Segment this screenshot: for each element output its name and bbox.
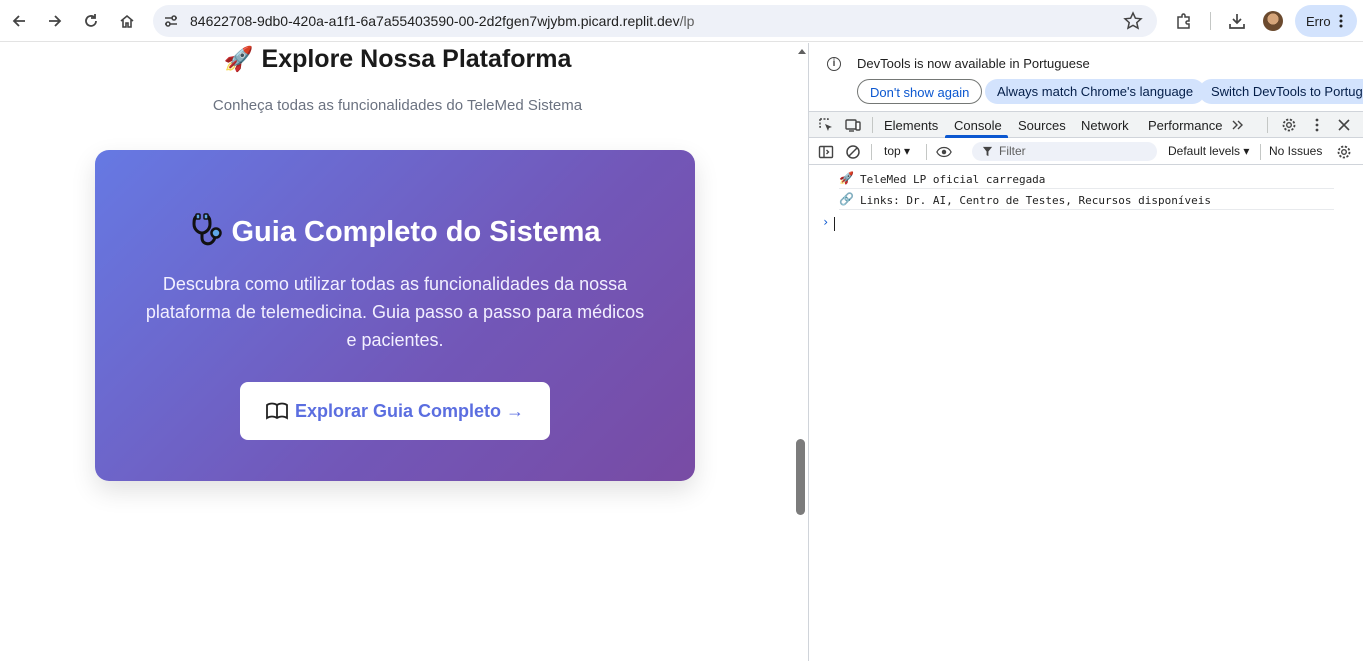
- clear-console-icon[interactable]: [845, 144, 861, 160]
- always-match-language-button[interactable]: Always match Chrome's language: [985, 79, 1206, 104]
- log-message: TeleMed LP oficial carregada: [860, 173, 1046, 186]
- tab-sources[interactable]: Sources: [1018, 118, 1066, 133]
- card-description: Descubra como utilizar todas as funciona…: [145, 274, 645, 350]
- tab-performance[interactable]: Performance: [1148, 118, 1222, 133]
- back-button[interactable]: [6, 8, 32, 34]
- tab-console[interactable]: Console: [954, 118, 1002, 133]
- switch-language-button[interactable]: Switch DevTools to Portuguese: [1199, 79, 1363, 104]
- open-book-icon: [266, 402, 288, 420]
- bookmark-star-icon[interactable]: [1123, 11, 1143, 31]
- filter-placeholder: Filter: [999, 144, 1026, 158]
- notice-text: DevTools is now available in Portuguese: [857, 56, 1090, 71]
- dont-show-again-button[interactable]: Don't show again: [857, 79, 983, 104]
- more-vert-icon[interactable]: [1309, 117, 1325, 133]
- log-levels-select[interactable]: Default levels ▾: [1168, 144, 1249, 158]
- console-settings-gear-icon[interactable]: [1336, 144, 1352, 160]
- chevron-down-icon: ▾: [1243, 144, 1250, 158]
- forward-button[interactable]: [42, 8, 68, 34]
- page-scrollbar[interactable]: [795, 43, 808, 661]
- issues-counter[interactable]: No Issues: [1269, 144, 1322, 158]
- eye-icon[interactable]: [936, 144, 952, 160]
- tab-elements[interactable]: Elements: [884, 118, 938, 133]
- toolbar-separator: [871, 144, 872, 160]
- console-input-caret[interactable]: [834, 217, 835, 231]
- console-log-row[interactable]: 🚀 TeleMed LP oficial carregada: [839, 168, 1334, 189]
- card-title: Guia Completo do Sistema: [231, 216, 601, 248]
- site-info-icon[interactable]: [163, 13, 179, 29]
- web-page: 🚀 Explore Nossa Plataforma Conheça todas …: [0, 43, 795, 661]
- error-chip-label: Erro: [1306, 14, 1331, 29]
- language-notice: i DevTools is now available in Portugues…: [809, 43, 1363, 111]
- more-tabs-chevron-icon[interactable]: [1230, 117, 1246, 133]
- card-heading: Guia Completo do Sistema: [95, 212, 695, 249]
- puzzle-icon: [1177, 13, 1190, 29]
- chevron-down-icon: ▾: [904, 144, 911, 158]
- explore-guide-button[interactable]: Explorar Guia Completo →: [240, 382, 550, 440]
- link-icon: 🔗: [839, 192, 854, 206]
- more-vert-icon: [1339, 14, 1343, 28]
- stethoscope-icon: [191, 213, 222, 246]
- console-prompt-chevron-icon: ›: [822, 215, 830, 229]
- console-filter-input[interactable]: Filter: [972, 142, 1157, 161]
- devtools-panel: i DevTools is now available in Portugues…: [808, 43, 1363, 661]
- log-message: Links: Dr. AI, Centro de Testes, Recurso…: [860, 194, 1211, 207]
- explore-guide-label: Explorar Guia Completo →: [294, 400, 525, 421]
- close-icon[interactable]: [1336, 117, 1352, 133]
- toolbar-separator: [926, 144, 927, 160]
- console-log-row[interactable]: 🔗 Links: Dr. AI, Centro de Testes, Recur…: [839, 189, 1334, 210]
- url-text: 84622708-9db0-420a-a1f1-6a7a55403590-00-…: [190, 13, 695, 29]
- active-tab-indicator: [945, 135, 1008, 138]
- devtools-tabbar: Elements Console Sources Network Perform…: [809, 111, 1363, 138]
- extensions-button[interactable]: [1173, 10, 1195, 32]
- arrow-left-icon: [12, 15, 25, 27]
- tab-network[interactable]: Network: [1081, 118, 1129, 133]
- context-select[interactable]: top ▾: [884, 144, 910, 158]
- guide-card: Guia Completo do Sistema Descubra como u…: [95, 150, 695, 481]
- toolbar-divider: [1210, 12, 1211, 30]
- info-icon: i: [827, 57, 841, 71]
- inspect-element-icon[interactable]: [818, 117, 834, 133]
- tab-separator: [872, 117, 873, 133]
- download-icon: [1229, 14, 1245, 29]
- explore-subtitle: Conheça todas as funcionalidades do Tele…: [212, 97, 583, 114]
- browser-toolbar: 84622708-9db0-420a-a1f1-6a7a55403590-00-…: [0, 0, 1363, 42]
- scroll-thumb[interactable]: [796, 439, 805, 515]
- scroll-up-arrow-icon[interactable]: [798, 49, 806, 54]
- tab-separator: [1267, 117, 1268, 133]
- downloads-button[interactable]: [1226, 10, 1248, 32]
- sidebar-toggle-icon[interactable]: [818, 144, 834, 160]
- error-chip-button[interactable]: Erro: [1295, 5, 1357, 37]
- console-toolbar: top ▾ Filter Default levels ▾ No Issues: [809, 139, 1363, 165]
- home-button[interactable]: [114, 8, 140, 34]
- device-toolbar-icon[interactable]: [845, 117, 861, 133]
- filter-funnel-icon: [982, 146, 993, 157]
- rocket-icon: 🚀: [223, 46, 254, 73]
- address-bar[interactable]: 84622708-9db0-420a-a1f1-6a7a55403590-00-…: [153, 5, 1157, 37]
- profile-avatar[interactable]: [1263, 11, 1283, 31]
- explore-title: Explore Nossa Plataforma: [261, 45, 572, 73]
- reload-button[interactable]: [78, 8, 104, 34]
- settings-gear-icon[interactable]: [1281, 117, 1297, 133]
- arrow-right-icon: [49, 15, 62, 27]
- rocket-icon: 🚀: [839, 171, 854, 185]
- explore-heading: 🚀 Explore Nossa Plataforma: [0, 45, 795, 74]
- home-icon: [120, 14, 134, 28]
- reload-icon: [85, 14, 97, 27]
- toolbar-separator: [1260, 144, 1261, 160]
